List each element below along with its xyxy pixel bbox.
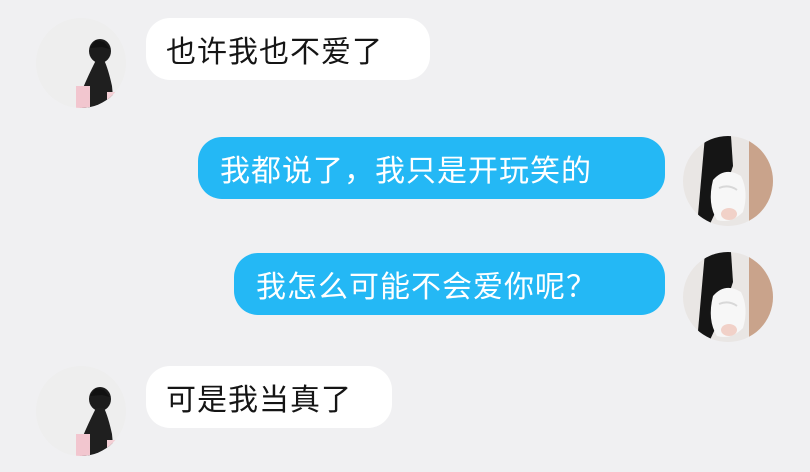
message-text: 也许我也不爱了 (166, 35, 383, 70)
message-text: 我都说了，我只是开玩笑的 (220, 154, 592, 189)
incoming-message-bubble: 也许我也不爱了 (146, 18, 430, 80)
incoming-message-bubble: 可是我当真了 (146, 366, 392, 428)
outgoing-message-bubble: 我都说了，我只是开玩笑的 (198, 137, 665, 199)
message-text: 可是我当真了 (166, 383, 352, 418)
outgoing-message-bubble: 我怎么可能不会爱你呢？ (234, 253, 665, 315)
user-avatar[interactable] (683, 252, 773, 342)
user-avatar[interactable] (683, 136, 773, 226)
contact-avatar[interactable] (36, 18, 126, 108)
message-text: 我怎么可能不会爱你呢？ (256, 270, 597, 305)
contact-avatar[interactable] (36, 366, 126, 456)
chat-conversation: 也许我也不爱了 我都说了，我只是开玩笑的 我怎么可能不会爱你呢？ 可是我当真了 (0, 0, 810, 472)
